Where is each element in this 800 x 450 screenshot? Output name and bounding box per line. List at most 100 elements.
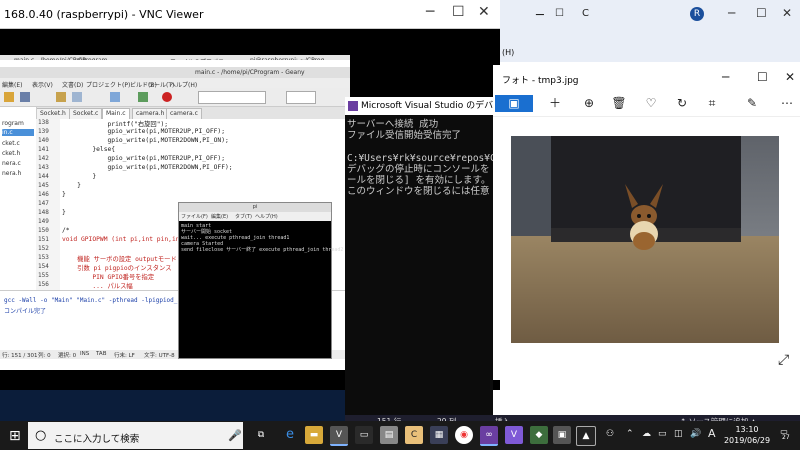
heart-icon[interactable]: ♡ bbox=[640, 95, 662, 112]
people-icon[interactable]: ⚇ bbox=[606, 429, 614, 439]
explorer-icon[interactable]: ▬ bbox=[305, 426, 323, 444]
cloud-icon[interactable]: ☁ bbox=[642, 429, 651, 439]
windows-start-icon[interactable]: ⊞ bbox=[9, 428, 21, 444]
photos-close-button[interactable]: ✕ bbox=[785, 70, 795, 84]
vs-debug-console[interactable]: Microsoft Visual Studio のデバッグ コンソール サーバー… bbox=[345, 97, 559, 415]
vs-console-titlebar: Microsoft Visual Studio のデバッグ コンソール bbox=[345, 97, 559, 115]
line-number: 156 bbox=[38, 281, 49, 288]
terminal-menu-tab[interactable]: タブ(T) bbox=[235, 213, 252, 220]
add-icon[interactable]: ＋ bbox=[544, 95, 566, 112]
photo-image bbox=[511, 136, 779, 343]
clock-time: 13:10 bbox=[735, 425, 759, 434]
vnc-title: 168.0.40 (raspberrypi) - VNC Viewer bbox=[4, 8, 204, 21]
reload-icon[interactable] bbox=[72, 92, 82, 102]
vs2019-icon[interactable]: V bbox=[505, 426, 523, 444]
line-number: 149 bbox=[38, 218, 49, 225]
vnc-minimize-button[interactable]: ─ bbox=[426, 4, 434, 20]
notification-center[interactable]: ▭ 27 bbox=[776, 427, 792, 443]
c-app-icon[interactable]: C bbox=[405, 426, 423, 444]
sidebar-item[interactable]: nera.h bbox=[2, 170, 21, 177]
app2-icon[interactable]: ▣ bbox=[553, 426, 571, 444]
vnc-taskbar-icon[interactable]: V bbox=[330, 426, 348, 446]
build-icon[interactable] bbox=[138, 92, 148, 102]
rotate-icon[interactable]: ↻ bbox=[671, 95, 693, 112]
search-input[interactable] bbox=[198, 91, 266, 104]
bg-minimize-button[interactable]: ─ bbox=[728, 6, 735, 20]
code-line: ... パルス幅 bbox=[62, 283, 133, 290]
menu-fragment: (H) bbox=[502, 48, 515, 57]
sidebar-item[interactable]: rogram bbox=[2, 120, 24, 127]
network-icon[interactable]: ◫ bbox=[674, 429, 683, 439]
line-number: 144 bbox=[38, 173, 49, 180]
notification-count: 27 bbox=[782, 434, 790, 441]
visual-studio-taskbar-icon[interactable]: ∞ bbox=[480, 426, 498, 446]
delete-icon[interactable]: 🗑 bbox=[608, 95, 630, 112]
battery-icon[interactable]: ▭ bbox=[658, 429, 667, 439]
avatar[interactable]: R bbox=[690, 7, 704, 21]
code-line: gpio_write(pi,MOTER2UP,PI_OFF); bbox=[62, 155, 226, 162]
console-line: このウィンドウを閉じるには任意 bbox=[347, 186, 490, 198]
chevron-up-icon[interactable]: ⌃ bbox=[626, 429, 634, 439]
vnc-maximize-button[interactable]: ☐ bbox=[452, 4, 465, 20]
compile-icon[interactable] bbox=[110, 92, 120, 102]
app-icon[interactable]: ▦ bbox=[430, 426, 448, 444]
folder-icon[interactable] bbox=[56, 92, 66, 102]
terminal-window[interactable]: pi ファイル(F) 編集(E) タブ(T) ヘルプ(H) main start… bbox=[178, 202, 343, 359]
task-view-icon[interactable]: ⧉ bbox=[252, 426, 270, 444]
geany-title: main.c - /home/pi/CProgram - Geany bbox=[195, 69, 305, 76]
code-line: }else{ bbox=[62, 146, 116, 153]
terminal-menu-file[interactable]: ファイル(F) bbox=[181, 213, 208, 220]
photos-window[interactable]: フォト - tmp3.jpg ─ ☐ ✕ ▣ ＋ ⊕ 🗑 ♡ ↻ ⌗ ✎ ⋯ ⤢ bbox=[493, 65, 800, 380]
search-placeholder: ここに入力して検索 bbox=[54, 434, 140, 445]
terminal-menu-edit[interactable]: 編集(E) bbox=[211, 213, 228, 220]
bg-close-button[interactable]: ✕ bbox=[782, 6, 792, 20]
bg-maximize-button[interactable]: ☐ bbox=[756, 6, 767, 20]
open-icon[interactable] bbox=[4, 92, 14, 102]
edit-icon[interactable]: ✎ bbox=[741, 95, 763, 112]
terminal-menu-help[interactable]: ヘルプ(H) bbox=[255, 213, 278, 220]
photos-maximize-button[interactable]: ☐ bbox=[757, 70, 768, 84]
photos-minimize-button[interactable]: ─ bbox=[722, 70, 729, 84]
photos-title: フォト - tmp3.jpg bbox=[502, 76, 579, 86]
microphone-icon[interactable]: 🎤 bbox=[228, 429, 242, 442]
more-icon[interactable]: ⋯ bbox=[776, 95, 798, 112]
photo-eevee-figure bbox=[511, 136, 779, 343]
terminal-menubar: ファイル(F) 編集(E) タブ(T) ヘルプ(H) bbox=[179, 212, 331, 221]
terminal-title: pi bbox=[179, 203, 331, 212]
taskbar-search-box[interactable]: ○ ここに入力して検索 🎤 bbox=[28, 422, 243, 449]
edge-icon[interactable]: e bbox=[281, 426, 299, 444]
notepad-icon[interactable]: ▤ bbox=[380, 426, 398, 444]
store-icon[interactable]: ▭ bbox=[355, 426, 373, 444]
zoom-icon[interactable]: ⊕ bbox=[578, 95, 600, 112]
console-line: デバッグの停止時にコンソールを bbox=[347, 163, 490, 175]
code-line: } bbox=[62, 173, 97, 180]
chrome-icon[interactable]: ◉ bbox=[455, 426, 473, 444]
sidebar-item[interactable]: cket.h bbox=[2, 150, 20, 157]
line-number: 151 bbox=[38, 236, 49, 243]
line-number: 153 bbox=[38, 254, 49, 261]
file-sidebar: rogram in.c cket.c cket.h nera.c nera.h bbox=[0, 107, 37, 290]
ime-indicator[interactable]: A bbox=[708, 427, 716, 440]
code-line: printf("右旋回"); bbox=[62, 121, 169, 128]
sidebar-item[interactable]: nera.c bbox=[2, 160, 21, 167]
crop-icon[interactable]: ⌗ bbox=[701, 95, 723, 112]
goto-line-input[interactable] bbox=[286, 91, 316, 104]
photos-taskbar-icon[interactable]: ▲ bbox=[576, 426, 596, 446]
line-number: 152 bbox=[38, 245, 49, 252]
sidebar-item[interactable]: cket.c bbox=[2, 140, 20, 147]
line-number: 155 bbox=[38, 272, 49, 279]
stop-icon[interactable] bbox=[162, 92, 172, 102]
volume-icon[interactable]: 🔊 bbox=[690, 429, 701, 439]
android-icon[interactable]: ◆ bbox=[530, 426, 548, 444]
code-line: 機能 サーボの設定 outputモード bbox=[62, 256, 177, 263]
line-number: 148 bbox=[38, 209, 49, 216]
clock[interactable]: 13:10 2019/06/29 bbox=[722, 424, 772, 446]
sidebar-item-selected[interactable]: in.c bbox=[2, 129, 34, 136]
image-icon[interactable]: ▣ bbox=[495, 95, 533, 112]
restore-icon[interactable]: ☐ bbox=[555, 8, 564, 19]
expand-icon[interactable]: ⤢ bbox=[778, 352, 789, 368]
minimize-icon[interactable]: ─ bbox=[536, 8, 544, 23]
vnc-close-button[interactable]: ✕ bbox=[478, 4, 490, 20]
save-icon[interactable] bbox=[20, 92, 30, 102]
